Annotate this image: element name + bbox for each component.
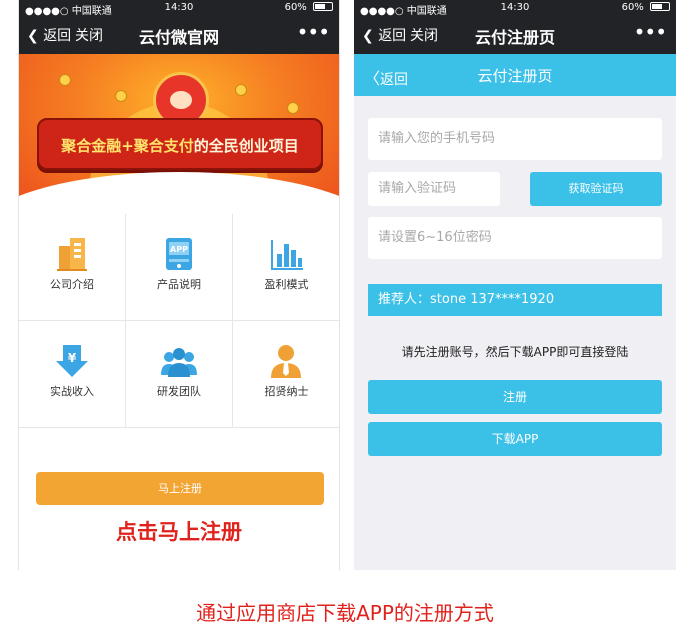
register-button[interactable]: 注册 xyxy=(368,380,662,414)
banner-slogan-highlight: 聚合金融+聚合支付 xyxy=(61,137,194,155)
wechat-nav-bar: ❮ 返回 关闭 云付微官网 ••• xyxy=(19,16,339,54)
left-phone-screen: ●●●●○ 中国联通 14:30 60% ❮ 返回 关闭 云付微官网 ••• 聚… xyxy=(18,0,340,570)
wechat-nav-bar: ❮ 返回 关闭 云付注册页 ••• xyxy=(354,16,676,54)
signup-now-button[interactable]: 马上注册 xyxy=(36,472,324,505)
banner-slogan-rest: 的全民创业项目 xyxy=(193,137,299,155)
nav-close-button[interactable]: 关闭 xyxy=(75,25,103,45)
password-input[interactable]: 请设置6~16位密码 xyxy=(368,217,662,259)
bar-chart-icon xyxy=(271,240,303,270)
nav-back-button[interactable]: ❮ 返回 xyxy=(362,25,406,45)
grid-item-label: 实战收入 xyxy=(50,385,94,398)
status-bar: ●●●●○ 中国联通 14:30 60% xyxy=(19,0,339,17)
grid-item-label: 盈利模式 xyxy=(264,278,309,291)
company-icon xyxy=(57,238,87,271)
get-code-button[interactable]: 获取验证码 xyxy=(530,172,662,206)
coin-decoration xyxy=(59,74,71,86)
coin-decoration xyxy=(115,90,127,102)
battery-fill xyxy=(315,4,325,9)
battery-status: 60% xyxy=(622,2,670,13)
nav-back-button[interactable]: ❮ 返回 xyxy=(27,25,71,45)
more-options-icon[interactable]: ••• xyxy=(297,20,330,44)
app-icon: APP xyxy=(166,238,192,270)
instruction-overlay-text: 点击马上注册 xyxy=(116,520,242,544)
register-header-bar: 〈返回 云付注册页 xyxy=(354,54,676,96)
battery-percent: 60% xyxy=(621,2,644,13)
battery-status: 60% xyxy=(285,2,333,13)
grid-item-profit-model[interactable]: 盈利模式 xyxy=(233,214,339,321)
nav-back-label: 返回 xyxy=(43,28,72,44)
more-options-icon[interactable]: ••• xyxy=(634,20,667,44)
promo-banner[interactable]: 聚合金融+聚合支付的全民创业项目 xyxy=(19,54,339,210)
fortune-god-face xyxy=(170,91,192,109)
grid-item-rd-team[interactable]: 研发团队 xyxy=(126,321,233,428)
register-header-title: 云付注册页 xyxy=(477,67,553,85)
banner-slogan: 聚合金融+聚合支付的全民创业项目 xyxy=(39,135,321,156)
grid-item-label: 产品说明 xyxy=(157,278,201,291)
app-icon-text: APP xyxy=(170,245,188,254)
nav-close-button[interactable]: 关闭 xyxy=(410,25,438,45)
status-bar: ●●●●○ 中国联通 14:30 60% xyxy=(354,0,676,17)
banner-ribbon: 聚合金融+聚合支付的全民创业项目 xyxy=(37,118,323,170)
team-icon xyxy=(161,348,197,377)
recruit-icon xyxy=(271,345,301,378)
phone-number-input[interactable]: 请输入您的手机号码 xyxy=(368,118,662,160)
chevron-left-icon: ❮ xyxy=(362,28,374,44)
grid-item-product-info[interactable]: APP 产品说明 xyxy=(126,214,233,321)
battery-icon xyxy=(650,2,670,11)
chevron-left-icon: ❮ xyxy=(27,28,39,44)
grid-item-company-intro[interactable]: 公司介绍 xyxy=(19,214,126,321)
battery-icon xyxy=(313,2,333,11)
coin-decoration xyxy=(235,84,247,96)
battery-percent: 60% xyxy=(284,2,307,13)
yen-download-icon: ¥ xyxy=(56,345,88,377)
grid-item-label: 研发团队 xyxy=(157,385,201,398)
caption-text: 通过应用商店下载APP的注册方式 xyxy=(196,601,494,625)
grid-item-label: 招贤纳士 xyxy=(264,385,309,398)
banner-bottom-curve xyxy=(19,172,339,210)
register-hint-text: 请先注册账号，然后下载APP即可直接登陆 xyxy=(401,345,629,359)
referrer-info: 推荐人：stone 137****1920 xyxy=(368,284,662,316)
nav-back-label: 返回 xyxy=(378,28,407,44)
verification-code-input[interactable]: 请输入验证码 xyxy=(368,172,500,206)
yen-icon-text: ¥ xyxy=(68,351,77,365)
grid-item-label: 公司介绍 xyxy=(50,278,94,291)
download-app-button[interactable]: 下载APP xyxy=(368,422,662,456)
coin-decoration xyxy=(287,102,299,114)
battery-fill xyxy=(652,4,662,9)
grid-item-real-income[interactable]: ¥ 实战收入 xyxy=(19,321,126,428)
right-phone-screen: ●●●●○ 中国联通 14:30 60% ❮ 返回 关闭 云付注册页 ••• 〈… xyxy=(354,0,676,570)
grid-item-recruitment[interactable]: 招贤纳士 xyxy=(233,321,339,428)
